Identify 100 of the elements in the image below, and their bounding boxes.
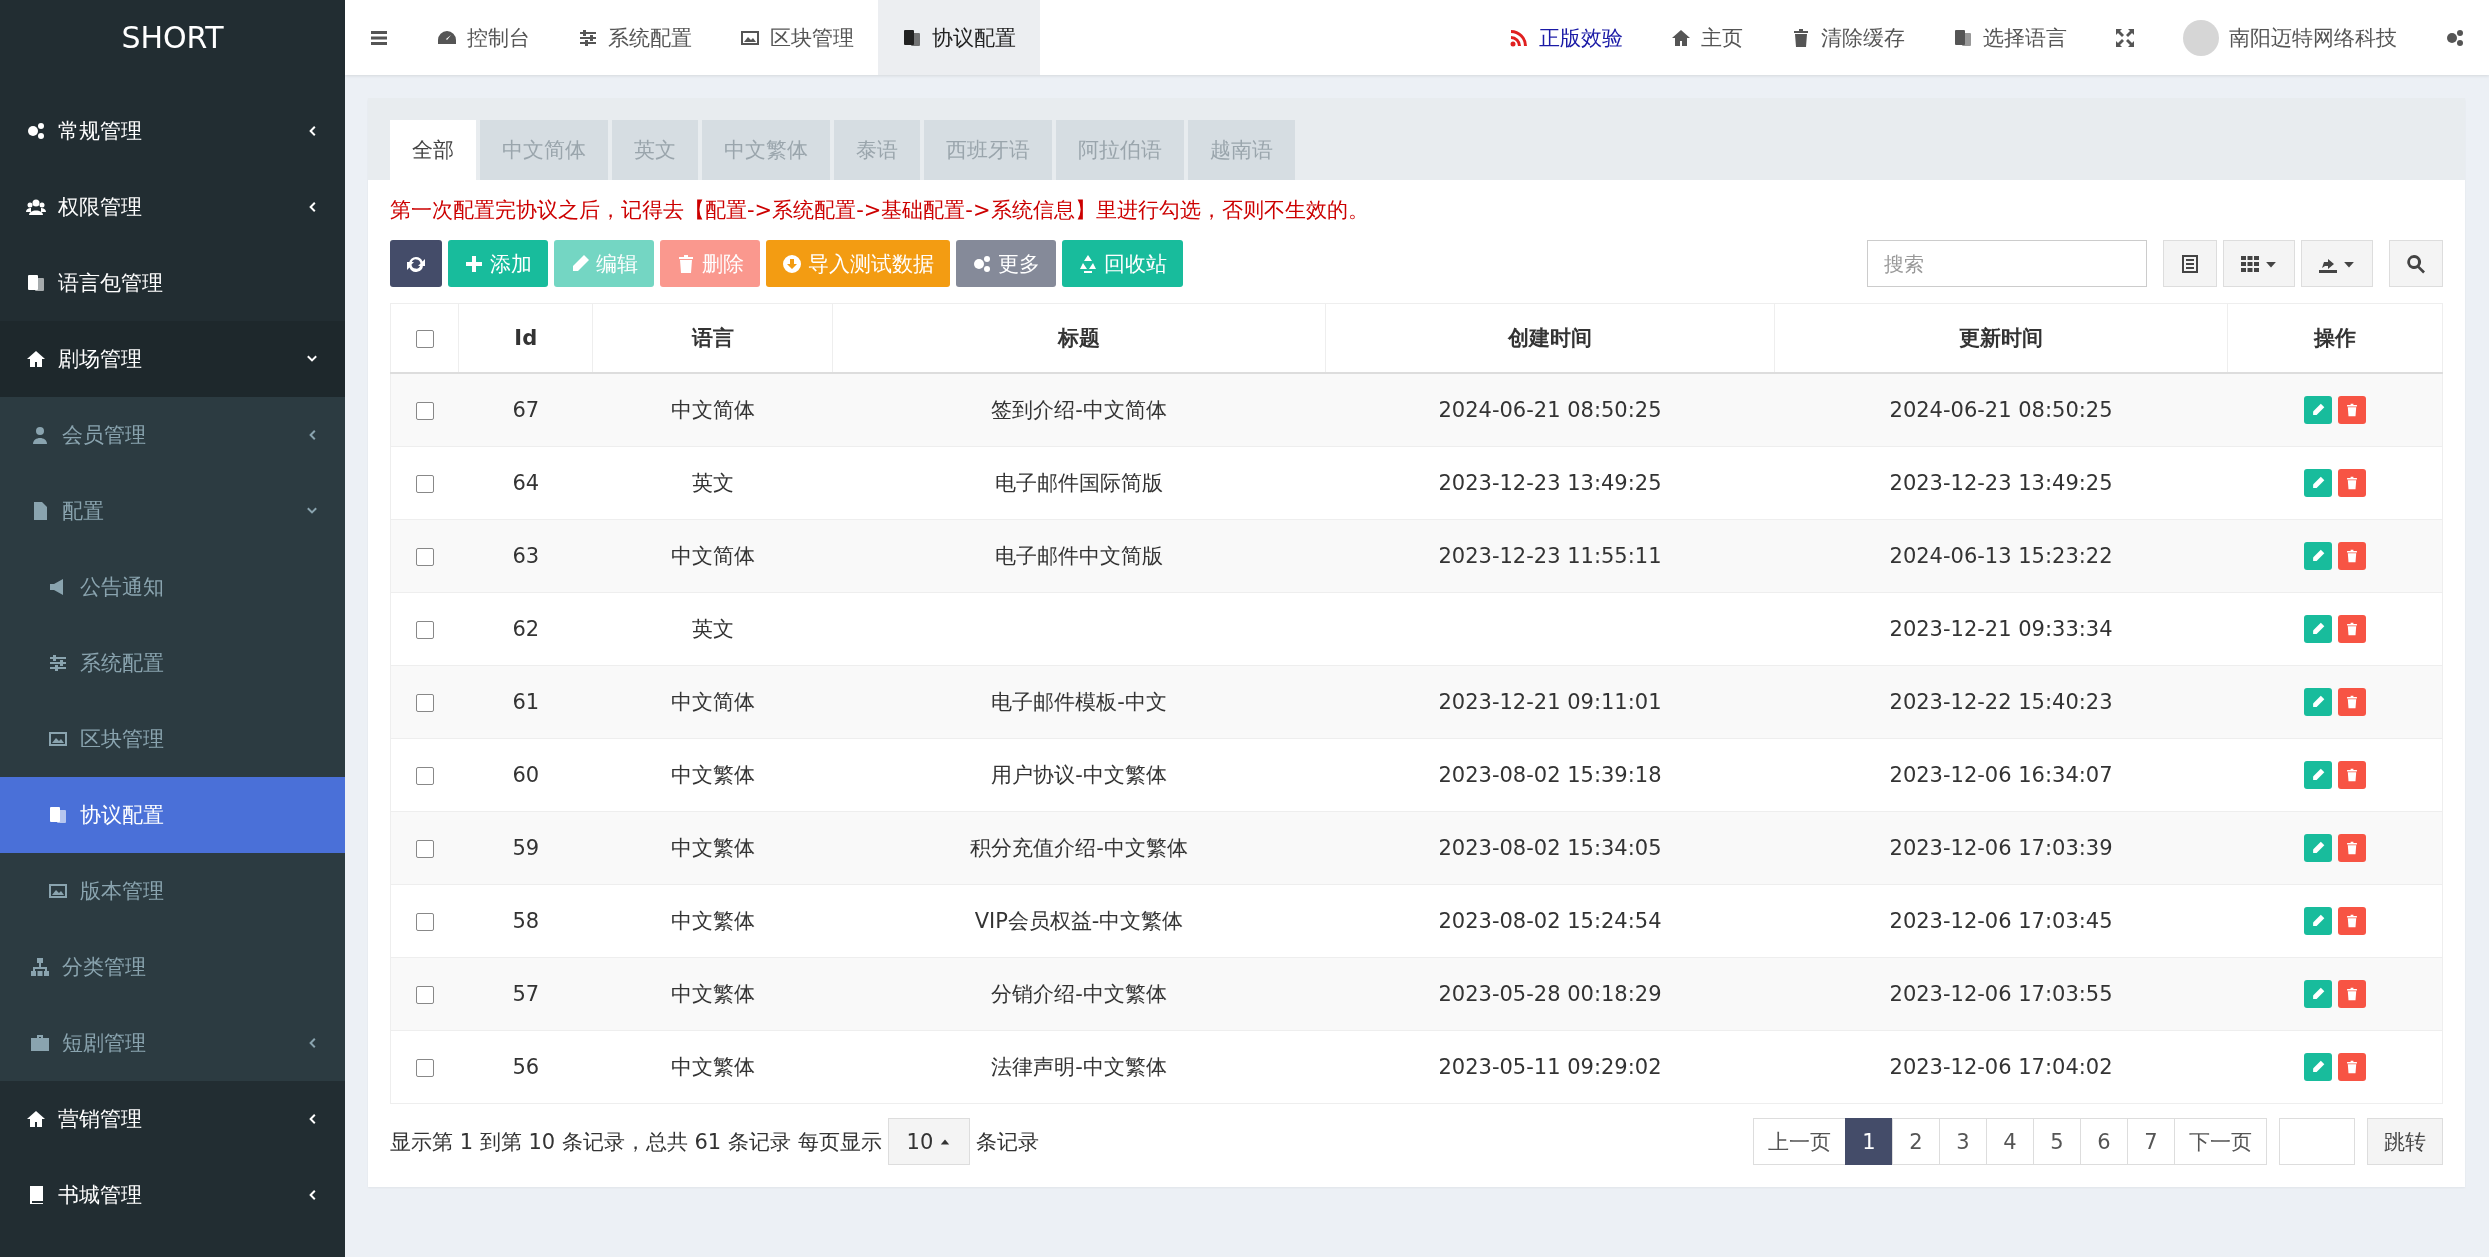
delete-button[interactable] bbox=[2337, 980, 2366, 1008]
search-button[interactable] bbox=[2389, 240, 2443, 287]
table-cell: 61 bbox=[512, 690, 540, 714]
columns-button[interactable] bbox=[2223, 240, 2295, 287]
nav-tab[interactable]: 协议配置 bbox=[878, 0, 1040, 75]
sidebar-item[interactable]: 常规管理 bbox=[0, 93, 345, 169]
edit-button[interactable] bbox=[2303, 688, 2332, 716]
pencil-icon bbox=[2310, 476, 2325, 490]
home-icon bbox=[26, 1109, 46, 1129]
sidebar-item[interactable]: 书城管理 bbox=[0, 1157, 345, 1233]
edit-button[interactable] bbox=[2303, 907, 2332, 935]
edit-button[interactable] bbox=[2303, 834, 2332, 862]
row-checkbox[interactable] bbox=[415, 986, 434, 1004]
table-cell: 2023-05-28 00:18:29 bbox=[1438, 982, 1662, 1006]
pencil-icon bbox=[2310, 622, 2325, 636]
home-icon bbox=[26, 349, 46, 369]
row-checkbox[interactable] bbox=[415, 621, 434, 639]
table-cell: 63 bbox=[512, 544, 540, 568]
home-icon bbox=[1671, 27, 1691, 48]
row-checkbox[interactable] bbox=[415, 840, 434, 858]
export-button[interactable] bbox=[2301, 240, 2373, 287]
sidebar-item[interactable]: 剧场管理 bbox=[0, 321, 345, 397]
nav-tab[interactable]: 控制台 bbox=[413, 0, 554, 75]
previous-page-button[interactable]: 上一页 bbox=[1753, 1118, 1846, 1165]
logo-text: SHORT bbox=[121, 20, 224, 55]
sidebar-item[interactable]: 短剧管理 bbox=[0, 1005, 345, 1081]
header-link[interactable]: 正版效验 bbox=[1485, 0, 1647, 75]
row-checkbox[interactable] bbox=[415, 913, 434, 931]
row-checkbox[interactable] bbox=[415, 694, 434, 712]
row-checkbox[interactable] bbox=[415, 767, 434, 785]
row-checkbox[interactable] bbox=[415, 1059, 434, 1077]
pencil-icon bbox=[2310, 695, 2325, 709]
row-checkbox[interactable] bbox=[415, 548, 434, 566]
search-icon bbox=[2406, 253, 2426, 274]
page-button[interactable]: 3 bbox=[1939, 1118, 1987, 1165]
delete-button[interactable] bbox=[2337, 542, 2366, 570]
search-field[interactable]: 搜索 bbox=[1867, 240, 2147, 287]
sidebar-item[interactable]: 营销管理 bbox=[0, 1081, 345, 1157]
header-link[interactable]: 选择语言 bbox=[1929, 0, 2091, 75]
table-cell: 电子邮件中文简版 bbox=[995, 544, 1164, 568]
header-link[interactable]: 清除缓存 bbox=[1767, 0, 1929, 75]
table-cell: 2023-12-06 17:03:45 bbox=[1889, 909, 2113, 933]
delete-button[interactable] bbox=[2337, 469, 2366, 497]
user-menu[interactable]: 南阳迈特网络科技 bbox=[2159, 0, 2421, 75]
page-size-select[interactable]: 10 bbox=[887, 1118, 971, 1165]
page-button[interactable]: 7 bbox=[2127, 1118, 2175, 1165]
plus-icon bbox=[464, 253, 484, 274]
edit-button[interactable] bbox=[2303, 980, 2332, 1008]
sidebar-item[interactable]: 权限管理 bbox=[0, 169, 345, 245]
page-button[interactable]: 5 bbox=[2033, 1118, 2081, 1165]
language-tab[interactable]: 全部 bbox=[390, 120, 476, 180]
delete-button[interactable] bbox=[2337, 688, 2366, 716]
edit-button[interactable] bbox=[2303, 396, 2332, 424]
page-button[interactable]: 4 bbox=[1986, 1118, 2034, 1165]
delete-button[interactable] bbox=[2337, 615, 2366, 643]
nav-tab[interactable]: 区块管理 bbox=[716, 0, 878, 75]
row-checkbox[interactable] bbox=[415, 475, 434, 493]
edit-button[interactable] bbox=[2303, 615, 2332, 643]
row-checkbox[interactable] bbox=[415, 402, 434, 420]
edit-button[interactable] bbox=[2303, 542, 2332, 570]
table-cell: 56 bbox=[512, 1055, 540, 1079]
sidebar-item[interactable]: 区块管理 bbox=[0, 701, 345, 777]
table-cell: 2023-12-06 17:04:02 bbox=[1889, 1055, 2113, 1079]
table-cell: 电子邮件国际简版 bbox=[995, 471, 1164, 495]
edit-button[interactable] bbox=[2303, 1053, 2332, 1081]
sidebar-item[interactable]: 语言包管理 bbox=[0, 245, 345, 321]
delete-button[interactable] bbox=[2337, 761, 2366, 789]
next-page-button[interactable]: 下一页 bbox=[2174, 1118, 2267, 1165]
nav-tab[interactable]: 系统配置 bbox=[554, 0, 716, 75]
delete-button[interactable] bbox=[2337, 907, 2366, 935]
records-summary: 显示第 1 到第 10 条记录，总共 61 条记录 每页显示 bbox=[390, 1128, 882, 1156]
sidebar-item[interactable]: 协议配置 bbox=[0, 777, 345, 853]
pencil-icon bbox=[2310, 403, 2325, 417]
sidebar-item[interactable]: 版本管理 bbox=[0, 853, 345, 929]
delete-button[interactable] bbox=[2337, 1053, 2366, 1081]
jump-button[interactable]: 跳转 bbox=[2367, 1118, 2443, 1165]
page-number-field[interactable] bbox=[2279, 1118, 2355, 1165]
select-all-checkbox[interactable] bbox=[415, 330, 434, 348]
column-header: 语言 bbox=[691, 326, 734, 350]
edit-button[interactable] bbox=[2303, 761, 2332, 789]
table-cell: 英文 bbox=[691, 617, 734, 641]
trash-icon bbox=[2344, 768, 2359, 782]
header-link[interactable]: 主页 bbox=[1647, 0, 1767, 75]
page-button[interactable]: 1 bbox=[1845, 1118, 1893, 1165]
sidebar-item[interactable]: 配置 bbox=[0, 473, 345, 549]
table-cell: 2023-12-23 13:49:25 bbox=[1438, 471, 1662, 495]
pencil-icon bbox=[2310, 914, 2325, 928]
sidebar-item[interactable]: 系统配置 bbox=[0, 625, 345, 701]
refresh-button[interactable] bbox=[390, 240, 442, 287]
page-button[interactable]: 6 bbox=[2080, 1118, 2128, 1165]
sidebar-item[interactable]: 分类管理 bbox=[0, 929, 345, 1005]
page-button[interactable]: 2 bbox=[1892, 1118, 1940, 1165]
table-cell: 2023-12-06 17:03:55 bbox=[1889, 982, 2113, 1006]
table-cell: 中文繁体 bbox=[670, 982, 755, 1006]
sidebar-item[interactable]: 会员管理 bbox=[0, 397, 345, 473]
delete-button[interactable] bbox=[2337, 396, 2366, 424]
sidebar-item[interactable]: 公告通知 bbox=[0, 549, 345, 625]
list-view-button[interactable] bbox=[2163, 240, 2217, 287]
delete-button[interactable] bbox=[2337, 834, 2366, 862]
edit-button[interactable] bbox=[2303, 469, 2332, 497]
